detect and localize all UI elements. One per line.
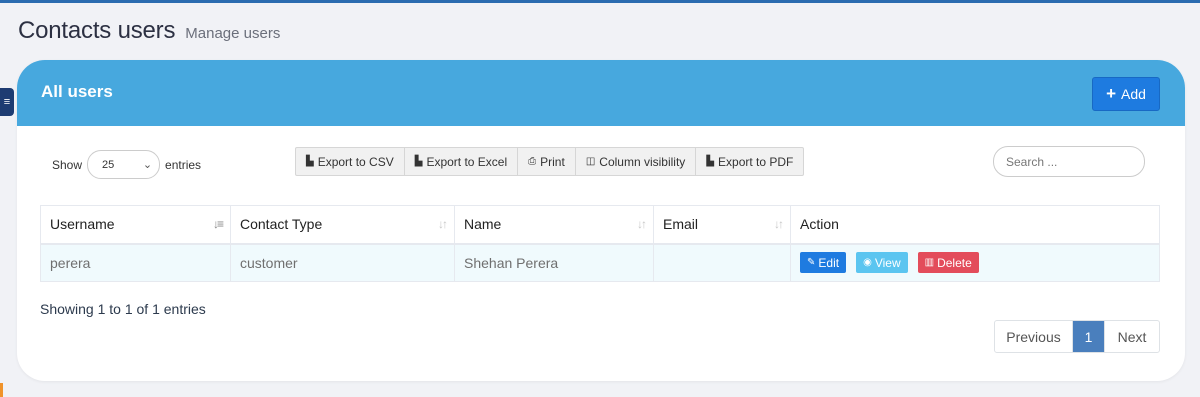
print-label: Print [540,154,565,169]
export-csv-label: Export to CSV [317,154,394,169]
plus-icon: + [1106,84,1116,103]
column-header-email[interactable]: Email ↓↑ [653,205,791,245]
export-csv-button[interactable]: ▙ Export to CSV [296,148,405,175]
entries-label: entries [165,157,202,172]
sort-icon: ↓↑ [637,217,647,231]
card-header: All users + Add [17,60,1185,126]
page-header: Contacts users Manage users [18,17,280,45]
csv-file-icon: ▙ [306,156,314,167]
entries-per-page-value: 25 [102,158,115,171]
card-title: All users [41,82,113,101]
length-control: Show 25 ⌄ entries [52,150,201,179]
table-info: Showing 1 to 1 of 1 entries [40,301,206,317]
eye-icon: ◉ [863,257,872,269]
page-title: Contacts users [18,17,176,44]
sort-icon: ↓↑ [438,217,448,231]
show-label: Show [52,157,83,172]
view-label: View [874,255,901,270]
sort-icon: ↓↑ [774,217,784,231]
delete-button[interactable]: ▥ Delete [917,252,979,274]
top-accent-bar [0,0,1200,3]
previous-page-button[interactable]: Previous [995,321,1073,352]
column-visibility-label: Column visibility [599,154,686,169]
row-actions: ✎ Edit ◉ View ▥ Delete [800,252,1159,274]
edit-label: Edit [818,255,840,270]
delete-label: Delete [937,255,972,270]
column-label: Action [800,216,839,233]
trash-icon: ▥ [924,257,935,269]
sidebar-toggle-icon[interactable]: ≡ [0,88,14,116]
columns-icon: ◫ [585,156,596,167]
column-header-name[interactable]: Name ↓↑ [454,205,654,245]
chevron-down-icon: ⌄ [142,159,153,171]
column-header-username[interactable]: Username ↓≡ [40,205,231,245]
export-pdf-label: Export to PDF [718,154,794,169]
users-table: Username ↓≡ Contact Type ↓↑ Name ↓↑ Emai… [40,205,1160,282]
column-header-contact-type[interactable]: Contact Type ↓↑ [230,205,455,245]
table-row: perera customer Shehan Perera ✎ Edit ◉ V… [40,243,1160,282]
pagination: Previous 1 Next [994,320,1160,353]
cell-email [653,243,791,282]
export-excel-label: Export to Excel [426,154,508,169]
page-subtitle: Manage users [185,25,281,42]
column-visibility-button[interactable]: ◫ Column visibility [576,148,697,175]
pdf-file-icon: ▙ [706,156,715,167]
sort-ascending-icon: ↓≡ [212,217,224,231]
print-button[interactable]: ⎙ Print [518,148,576,175]
export-button-group: ▙ Export to CSV ▙ Export to Excel ⎙ Prin… [295,147,805,176]
column-label: Name [464,216,502,233]
view-button[interactable]: ◉ View [856,252,908,274]
column-label: Email [663,216,699,233]
cell-username: perera [40,243,231,282]
add-button-label: Add [1121,86,1146,102]
edit-icon: ✎ [807,257,816,269]
users-card: All users + Add Show 25 ⌄ entries ▙ Expo… [17,60,1185,381]
table-header-row: Username ↓≡ Contact Type ↓↑ Name ↓↑ Emai… [40,205,1160,245]
next-page-button[interactable]: Next [1105,321,1159,352]
search-input[interactable]: Search ... [993,146,1145,177]
column-label: Contact Type [240,216,323,233]
cell-actions: ✎ Edit ◉ View ▥ Delete [790,243,1160,282]
add-button[interactable]: + Add [1092,77,1160,111]
export-pdf-button[interactable]: ▙ Export to PDF [696,148,803,175]
page-1-button[interactable]: 1 [1073,321,1105,352]
sidebar-accent-mark [0,383,3,397]
column-header-action: Action [790,205,1160,245]
edit-button[interactable]: ✎ Edit [800,252,847,274]
column-label: Username [50,216,115,233]
cell-name: Shehan Perera [454,243,654,282]
export-excel-button[interactable]: ▙ Export to Excel [405,148,519,175]
entries-per-page-select[interactable]: 25 ⌄ [87,150,161,179]
print-icon: ⎙ [528,156,537,167]
excel-file-icon: ▙ [414,156,423,167]
cell-contact-type: customer [230,243,455,282]
